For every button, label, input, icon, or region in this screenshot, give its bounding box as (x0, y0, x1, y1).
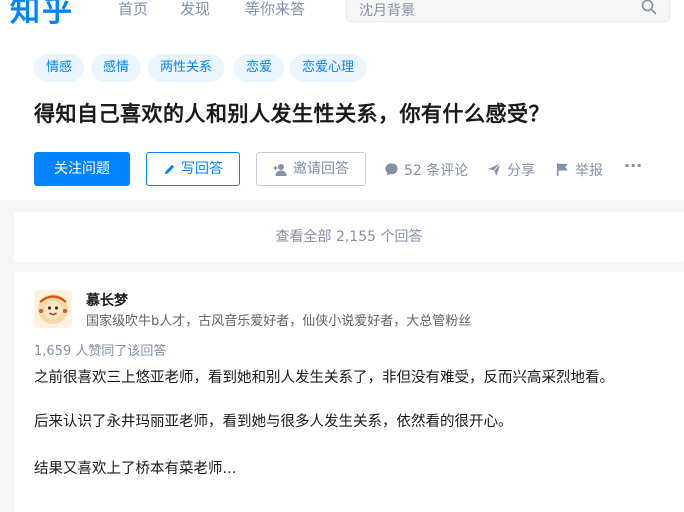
write-answer-label: 写回答 (181, 161, 223, 177)
more-menu-icon[interactable]: ··· (624, 156, 642, 176)
invite-answer-label: 邀请回答 (293, 161, 349, 177)
top-navbar: 知乎 首页 发现 等你来答 沈月背景 (0, 0, 684, 34)
question-header: 情感 感情 两性关系 恋爱 恋爱心理 得知自己喜欢的人和别人发生性关系，你有什么… (0, 34, 684, 200)
avatar-image (34, 290, 72, 328)
comment-icon (385, 163, 398, 176)
add-user-icon (273, 164, 287, 176)
answer-card: 慕长梦 国家级吹牛b人才，古风音乐爱好者，仙侠小说爱好者，大总管粉丝 1,659… (14, 272, 684, 512)
answer-paragraph: 之前很喜欢三上悠亚老师，看到她和别人发生关系了，非但没有难受，反而兴高采烈地看。 (34, 370, 614, 386)
answer-paragraph: 后来认识了永井玛丽亚老师，看到她与很多人发生关系，依然看的很开心。 (34, 414, 513, 430)
flag-icon (556, 163, 568, 177)
author-bio: 国家级吹牛b人才，古风音乐爱好者，仙侠小说爱好者，大总管粉丝 (86, 314, 472, 329)
nav-waiting[interactable]: 等你来答 (245, 0, 305, 19)
topic-tag[interactable]: 感情 (91, 54, 142, 82)
view-all-answers-button[interactable]: 查看全部 2,155 个回答 (14, 212, 684, 262)
topic-tag[interactable]: 两性关系 (148, 54, 225, 82)
search-input[interactable]: 沈月背景 (346, 0, 670, 22)
comments-count: 52 条评论 (404, 163, 469, 179)
question-title[interactable]: 得知自己喜欢的人和别人发生性关系，你有什么感受？ (34, 98, 550, 128)
pencil-icon (164, 164, 175, 175)
share-icon (488, 163, 501, 176)
share-label: 分享 (507, 163, 535, 179)
follow-question-button[interactable]: 关注问题 (34, 152, 130, 186)
topic-tag[interactable]: 恋爱 (234, 54, 285, 82)
report-label: 举报 (575, 163, 603, 179)
topic-tag[interactable]: 恋爱心理 (290, 54, 367, 82)
avatar[interactable] (34, 290, 72, 328)
answer-paragraph: 结果又喜欢上了桥本有菜老师... (34, 461, 237, 477)
vote-count: 1,659 人赞同了该回答 (34, 344, 167, 359)
invite-answer-button[interactable]: 邀请回答 (256, 152, 366, 186)
write-answer-button[interactable]: 写回答 (146, 152, 240, 186)
nav-home[interactable]: 首页 (118, 0, 148, 19)
zhihu-logo[interactable]: 知乎 (10, 0, 74, 30)
author-name[interactable]: 慕长梦 (86, 290, 128, 310)
search-icon[interactable] (641, 0, 657, 15)
nav-explore[interactable]: 发现 (180, 0, 210, 19)
search-placeholder: 沈月背景 (359, 3, 415, 19)
topic-tag[interactable]: 情感 (34, 54, 85, 82)
